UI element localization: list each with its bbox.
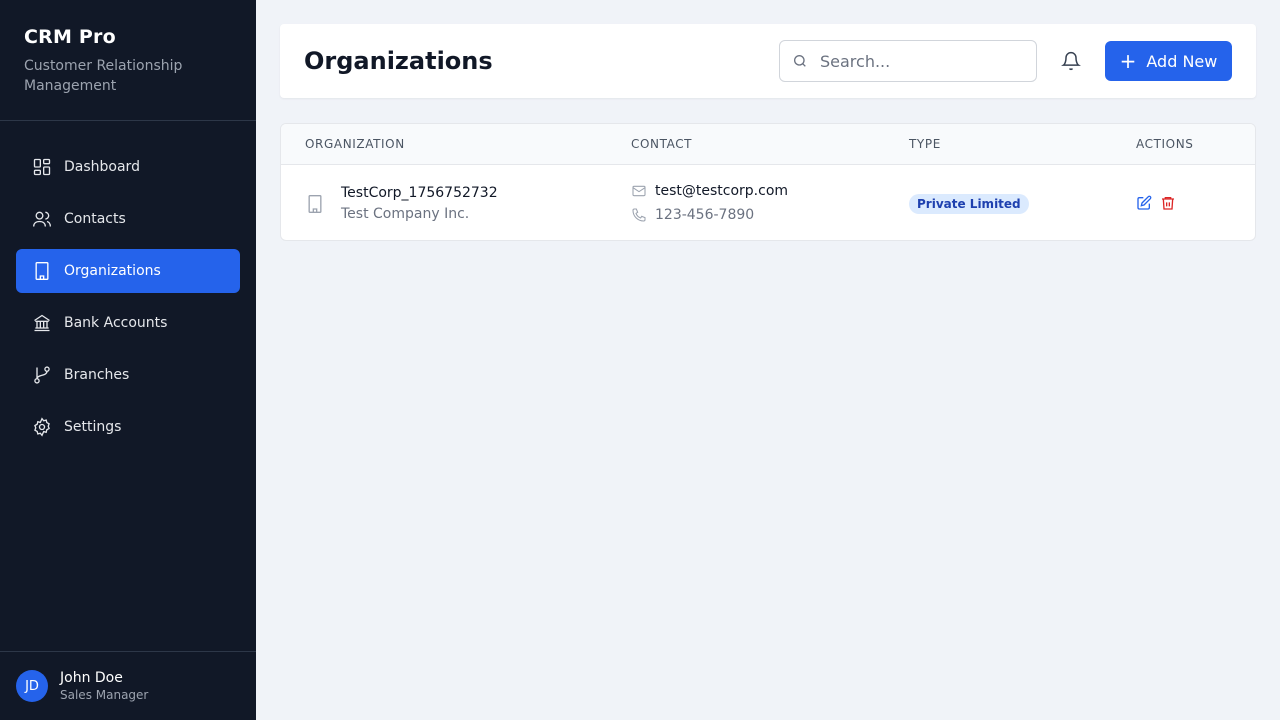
sidebar-item-branches[interactable]: Branches [16,353,240,397]
sidebar-item-label: Branches [64,367,130,383]
sidebar-item-label: Organizations [64,263,161,279]
sidebar-item-label: Bank Accounts [64,315,168,331]
contact-phone: 123-456-7890 [631,207,754,223]
organization-company: Test Company Inc. [341,206,470,222]
sidebar-item-label: Settings [64,419,122,435]
add-new-button[interactable]: + Add New [1105,41,1232,81]
delete-icon[interactable] [1160,195,1176,211]
sidebar: CRM Pro Customer Relationship Management… [0,0,256,720]
column-header-type: TYPE [909,137,941,151]
column-header-actions: ACTIONS [1136,137,1194,151]
dashboard-icon [32,157,52,177]
organizations-table: ORGANIZATION CONTACT TYPE ACTIONS TestCo… [280,123,1256,241]
sidebar-item-dashboard[interactable]: Dashboard [16,145,240,189]
gear-icon [32,417,52,437]
brand-subtitle: Customer Relationship Management [24,58,183,94]
phone-value: 123-456-7890 [655,207,755,223]
plus-icon: + [1119,49,1137,73]
building-icon [32,261,52,281]
organization-name: TestCorp_1756752732 [341,185,498,201]
phone-icon [632,208,646,222]
user-role: Sales Manager [60,688,149,702]
building-icon [308,195,322,213]
edit-icon[interactable] [1136,195,1152,211]
column-header-contact: CONTACT [631,137,693,151]
sidebar-item-label: Dashboard [64,159,140,175]
page-header: Organizations + Add New [280,24,1256,98]
search-icon [794,55,806,67]
bell-icon [1061,51,1081,71]
mail-icon [632,185,646,197]
sidebar-item-bank-accounts[interactable]: Bank Accounts [16,301,240,345]
sidebar-item-contacts[interactable]: Contacts [16,197,240,241]
email-value: test@testcorp.com [655,183,789,199]
notifications-button[interactable] [1059,49,1083,73]
bank-icon [32,313,52,333]
sidebar-item-label: Contacts [64,211,126,227]
brand-title: CRM Pro [24,26,116,48]
user-name: John Doe [60,670,123,686]
table-header: ORGANIZATION CONTACT TYPE ACTIONS [281,124,1255,165]
avatar: JD [16,670,48,702]
user-profile[interactable]: JD John Doe Sales Manager [0,651,256,720]
search-input[interactable] [820,51,1020,71]
user-info: John Doe Sales Manager [60,670,148,702]
git-branch-icon [32,365,52,385]
search-box[interactable] [779,40,1037,82]
sidebar-item-organizations[interactable]: Organizations [16,249,240,293]
sidebar-item-settings[interactable]: Settings [16,405,240,449]
add-new-label: Add New [1146,51,1218,71]
table-row[interactable]: TestCorp_1756752732 Test Company Inc. te… [281,165,1255,240]
column-header-organization: ORGANIZATION [305,137,405,151]
contact-email: test@testcorp.com [631,183,788,199]
brand: CRM Pro Customer Relationship Management [0,0,256,121]
sidebar-nav: Dashboard Contacts Organizations Bank Ac… [0,121,256,449]
type-badge: Private Limited [909,194,1029,214]
page-title: Organizations [304,47,493,75]
users-icon [32,209,52,229]
